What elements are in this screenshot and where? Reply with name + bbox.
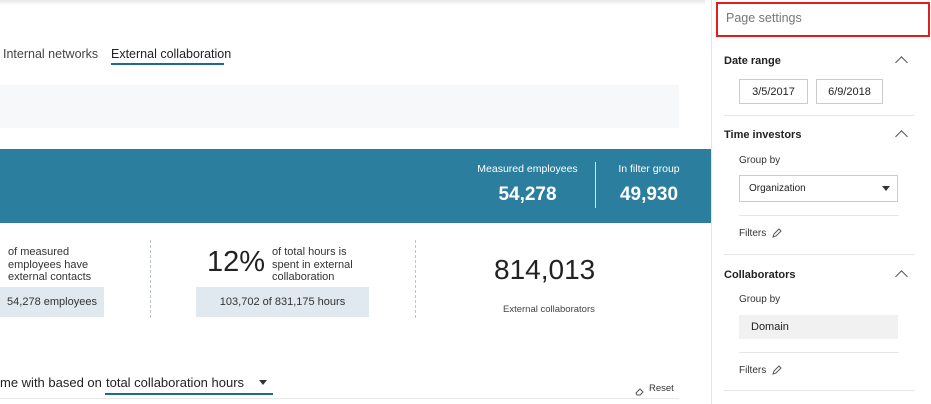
pencil-icon[interactable]	[771, 226, 783, 238]
section-divider	[739, 215, 899, 216]
section-divider	[724, 254, 914, 255]
collaborators-group-by-label: Group by	[739, 294, 781, 305]
metric-dropdown[interactable]: total collaboration hours	[106, 375, 244, 390]
section-divider	[724, 115, 914, 116]
collaborators-group-by-field[interactable]: Domain	[739, 315, 898, 339]
measured-employees-value: 54,278	[498, 184, 557, 205]
section-divider	[739, 352, 899, 353]
collaborators-filters-label: Filters	[739, 365, 767, 376]
time-investors-group-by-label: Group by	[739, 155, 781, 166]
reset-button[interactable]: Reset	[649, 383, 674, 394]
end-date-field[interactable]: 6/9/2018	[816, 79, 883, 104]
start-date-field[interactable]: 3/5/2017	[739, 79, 808, 104]
based-on-prefix: me with based on	[0, 375, 102, 390]
hours-external-text: of total hours is spent in external coll…	[272, 246, 353, 283]
banner-divider	[595, 162, 596, 208]
filter-strip	[0, 85, 679, 128]
card-divider	[415, 240, 416, 318]
hours-percentage: 12%	[207, 246, 266, 278]
time-investors-title: Time investors	[724, 129, 802, 141]
hours-pill-of: of 831,175 hours	[262, 296, 346, 308]
eraser-icon[interactable]	[635, 383, 645, 396]
date-range-title: Date range	[724, 55, 781, 67]
collaborators-title: Collaborators	[724, 269, 796, 281]
employees-external-text: of measured employees have external cont…	[8, 246, 92, 283]
measured-employees-label: Measured employees	[477, 163, 578, 175]
external-collaborators-label: External collaborators	[503, 304, 595, 315]
in-filter-group-label: In filter group	[618, 163, 680, 175]
in-filter-group-value: 49,930	[619, 184, 679, 205]
employees-pill: 54,278 employees	[0, 287, 104, 317]
pencil-icon[interactable]	[771, 363, 783, 375]
section-divider	[724, 390, 914, 391]
collaborators-group-by-value: Domain	[751, 321, 789, 333]
summary-banner	[0, 149, 711, 223]
time-investors-group-by-value: Organization	[749, 183, 806, 194]
active-tab-indicator	[111, 63, 224, 65]
hours-pill: 103,702 of 831,175 hours	[196, 287, 369, 317]
top-shadow	[0, 0, 705, 5]
chevron-down-icon[interactable]	[259, 380, 267, 385]
external-collaborators-value: 814,013	[494, 254, 596, 285]
tab-internal-networks[interactable]: Internal networks	[3, 47, 98, 61]
bottom-rule	[0, 398, 679, 399]
chevron-down-icon[interactable]	[882, 186, 890, 191]
page-settings-title: Page settings	[726, 11, 802, 25]
dropdown-underline	[105, 393, 273, 395]
time-investors-filters-label: Filters	[739, 228, 767, 239]
hours-pill-value: 103,702	[219, 296, 260, 308]
tab-external-collaboration[interactable]: External collaboration	[111, 47, 231, 61]
time-investors-group-by-select[interactable]: Organization	[739, 175, 898, 202]
card-divider	[150, 240, 151, 318]
